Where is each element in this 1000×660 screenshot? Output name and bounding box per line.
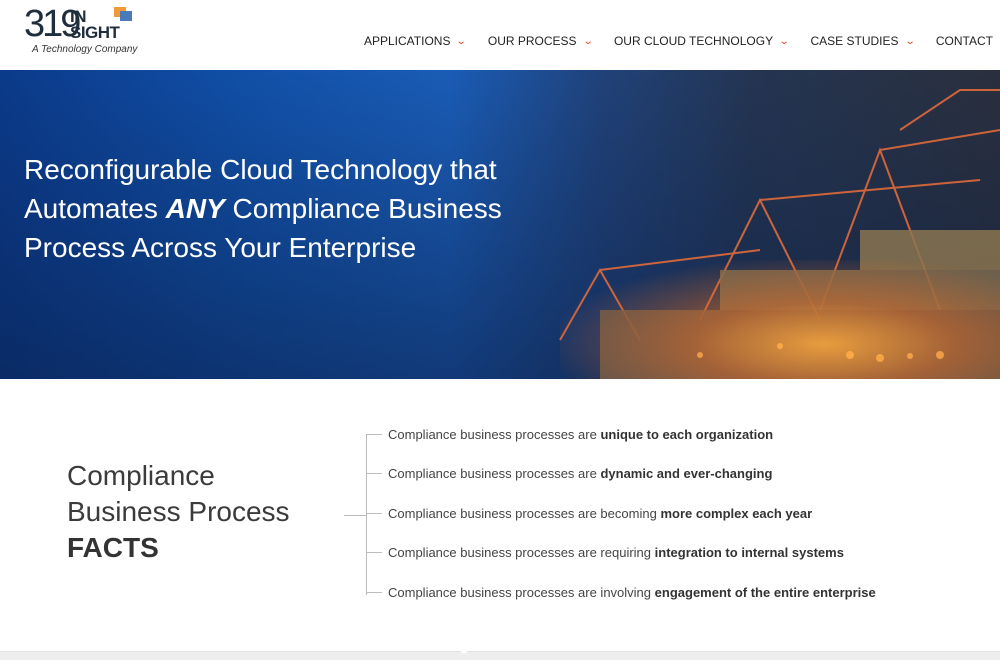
fact-text: Compliance business processes are requir…: [388, 545, 652, 560]
facts-heading-line1: Compliance: [67, 460, 215, 491]
fact-text: Compliance business processes are involv…: [388, 585, 652, 600]
chevron-down-icon: ⌄: [778, 35, 790, 47]
fact-item: Compliance business processes are dynami…: [366, 466, 772, 481]
nav-item-label: OUR PROCESS: [487, 34, 577, 48]
fact-emphasis: engagement of the entire enterprise: [654, 585, 876, 600]
nav-item-applications[interactable]: APPLICATIONS ⌄: [364, 34, 468, 48]
fact-tick: [366, 473, 382, 474]
hero-banner: Reconfigurable Cloud Technology that Aut…: [0, 70, 1000, 379]
fact-text: Compliance business processes are: [388, 427, 597, 442]
fact-text: Compliance business processes are: [388, 466, 597, 481]
logo-word-sight: SIGHT: [70, 23, 120, 42]
section-divider-arrow: [452, 644, 476, 654]
bracket-connector: [344, 515, 366, 516]
next-section-edge: [0, 651, 1000, 660]
fact-tick: [366, 592, 382, 593]
fact-item: Compliance business processes are involv…: [366, 585, 876, 600]
site-header: 319 IN SIGHT A Technology Company APPLIC…: [0, 0, 1000, 70]
fact-emphasis: more complex each year: [660, 506, 813, 521]
nav-item-label: OUR CLOUD TECHNOLOGY: [613, 34, 774, 48]
hero-title-line3: Process Across Your Enterprise: [24, 232, 417, 263]
nav-item-label: CONTACT: [935, 34, 993, 48]
nav-item-case-studies[interactable]: CASE STUDIES ⌄: [810, 34, 916, 48]
nav-item-our-cloud-technology[interactable]: OUR CLOUD TECHNOLOGY ⌄: [613, 34, 790, 48]
hero-title: Reconfigurable Cloud Technology that Aut…: [24, 150, 544, 267]
chevron-down-icon: ⌄: [456, 35, 468, 47]
fact-emphasis: integration to internal systems: [654, 545, 844, 560]
fact-emphasis: unique to each organization: [600, 427, 774, 442]
nav-item-contact[interactable]: CONTACT: [936, 34, 993, 48]
company-logo[interactable]: 319 IN SIGHT A Technology Company: [24, 4, 154, 60]
fact-emphasis: dynamic and ever-changing: [600, 466, 773, 481]
nav-item-our-process[interactable]: OUR PROCESS ⌄: [487, 34, 594, 48]
hero-title-line2-pre: Automates: [24, 193, 166, 224]
hero-title-emphasis: ANY: [165, 193, 225, 224]
fact-tick: [366, 552, 382, 553]
facts-heading-line2: Business Process: [67, 496, 290, 527]
logo-tagline: A Technology Company: [32, 44, 138, 55]
facts-heading: Compliance Business Process FACTS: [67, 458, 290, 566]
nav-item-label: APPLICATIONS: [364, 34, 451, 48]
fact-tick: [366, 434, 382, 435]
facts-heading-line3: FACTS: [67, 532, 159, 563]
nav-item-label: CASE STUDIES: [810, 34, 899, 48]
chevron-down-icon: ⌄: [904, 35, 916, 47]
fact-item: Compliance business processes are requir…: [366, 545, 844, 560]
hero-title-line1: Reconfigurable Cloud Technology that: [24, 154, 497, 185]
fact-text: Compliance business processes are becomi…: [388, 506, 657, 521]
fact-tick: [366, 513, 382, 514]
fact-item: Compliance business processes are becomi…: [366, 506, 812, 521]
main-navigation: APPLICATIONS ⌄ OUR PROCESS ⌄ OUR CLOUD T…: [364, 34, 1000, 48]
fact-item: Compliance business processes are unique…: [366, 427, 773, 442]
logo-squares-icon: [114, 7, 134, 23]
hero-title-line2-post: Compliance Business: [224, 193, 502, 224]
hero-light-glow: [560, 260, 1000, 379]
chevron-down-icon: ⌄: [582, 35, 594, 47]
